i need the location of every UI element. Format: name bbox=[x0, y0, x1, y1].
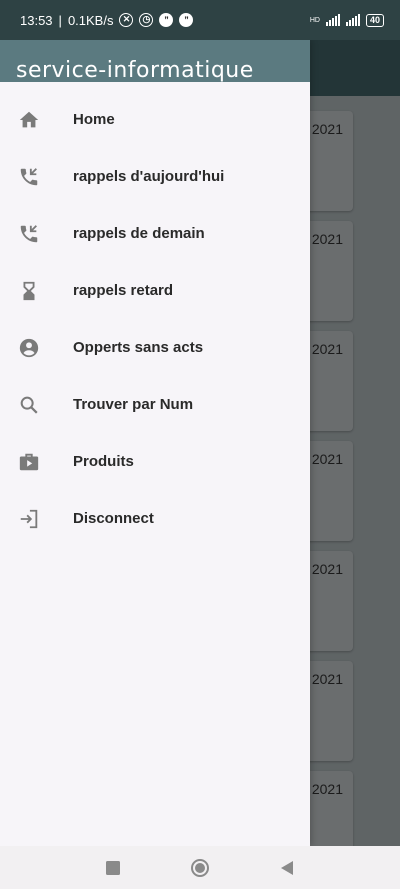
menu-item-label: rappels retard bbox=[73, 282, 174, 299]
menu-item-label: Opperts sans acts bbox=[73, 339, 204, 356]
menu-item-rappels-aujourdhui[interactable]: rappels d'aujourd'hui bbox=[0, 148, 310, 205]
phone-callback-icon bbox=[16, 221, 42, 247]
menu-item-label: Trouver par Num bbox=[73, 396, 194, 413]
back-button[interactable] bbox=[275, 856, 299, 880]
home-button[interactable] bbox=[188, 856, 212, 880]
alarm-icon: ◷ bbox=[139, 13, 154, 27]
menu-item-opperts-sans-acts[interactable]: Opperts sans acts bbox=[0, 319, 310, 376]
menu-item-label: rappels de demain bbox=[73, 225, 205, 242]
hourglass-icon bbox=[16, 278, 42, 304]
account-circle-icon bbox=[16, 335, 42, 361]
signal-icon-2 bbox=[345, 14, 360, 26]
menu-item-disconnect[interactable]: Disconnect bbox=[0, 490, 310, 547]
menu-item-label: Home bbox=[73, 111, 115, 128]
signal-icon bbox=[325, 14, 340, 26]
drawer-header: service-informatique bbox=[0, 40, 310, 82]
logout-icon bbox=[16, 506, 42, 532]
search-icon bbox=[16, 392, 42, 418]
phone-callback-icon bbox=[16, 164, 42, 190]
drawer-menu: Home rappels d'aujourd'hui rappels de de… bbox=[0, 82, 310, 547]
product-box-icon bbox=[16, 449, 42, 475]
message-app-icon: ” bbox=[159, 13, 174, 27]
drawer-title: service-informatique bbox=[16, 58, 254, 82]
notifications-muted-icon: ✕ bbox=[119, 13, 134, 27]
status-time: 13:53 bbox=[20, 12, 53, 28]
system-navigation-bar bbox=[0, 846, 400, 889]
menu-item-label: Disconnect bbox=[73, 510, 154, 527]
navigation-drawer: service-informatique Home rappels d'aujo… bbox=[0, 40, 310, 846]
menu-item-rappels-retard[interactable]: rappels retard bbox=[0, 262, 310, 319]
menu-item-label: rappels d'aujourd'hui bbox=[73, 168, 225, 185]
network-type-label: HD bbox=[309, 16, 320, 24]
message-app-icon-2: ” bbox=[179, 13, 194, 27]
recents-button[interactable] bbox=[101, 856, 125, 880]
battery-icon: 40 bbox=[365, 13, 384, 27]
home-icon bbox=[16, 107, 42, 133]
status-bar: 13:53 | 0.1KB/s ✕ ◷ ” ” HD 40 bbox=[0, 0, 400, 40]
menu-item-produits[interactable]: Produits bbox=[0, 433, 310, 490]
network-speed: 0.1KB/s bbox=[67, 12, 114, 28]
menu-item-rappels-demain[interactable]: rappels de demain bbox=[0, 205, 310, 262]
menu-item-home[interactable]: Home bbox=[0, 91, 310, 148]
menu-item-trouver-par-num[interactable]: Trouver par Num bbox=[0, 376, 310, 433]
menu-item-label: Produits bbox=[73, 453, 134, 470]
